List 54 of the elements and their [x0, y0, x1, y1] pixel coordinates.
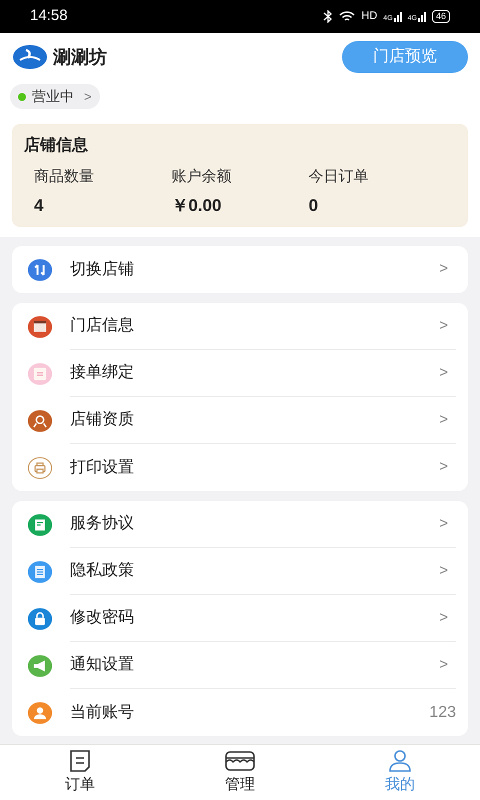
menu-item[interactable]: 服务协议 >: [24, 501, 456, 548]
signal-icon: [418, 12, 426, 22]
card-title: 店铺信息: [24, 135, 89, 156]
menu-item[interactable]: 隐私政策 >: [24, 548, 456, 595]
chevron-text: >: [84, 88, 92, 106]
menu-item[interactable]: 打印设置 >: [24, 444, 456, 491]
stat-value: ￥0.00: [171, 194, 222, 216]
network-label: HD: [361, 9, 378, 24]
stat-value: 0: [308, 194, 320, 216]
menu-label: 隐私政策: [70, 561, 134, 581]
menu-item[interactable]: 当前账号 123: [24, 689, 456, 736]
stat-label: 今日订单: [308, 167, 370, 187]
chevron-text: >: [439, 654, 448, 675]
store-icon: [223, 748, 257, 773]
stat-label: 账户余额: [171, 167, 232, 187]
menu-label: 接单绑定: [70, 362, 134, 383]
chevron-text: >: [439, 259, 448, 280]
chevron-text: >: [439, 514, 448, 534]
menu-label: 服务协议: [70, 514, 134, 534]
menu-item[interactable]: 修改密码 >: [24, 595, 456, 642]
menu-label: 切换店铺: [70, 260, 134, 280]
status-label: 营业中: [32, 87, 74, 106]
menu-item[interactable]: 店铺资质 >: [24, 397, 456, 444]
account-value: 123: [429, 702, 456, 722]
battery-level: 46: [432, 10, 450, 23]
menu-label: 店铺资质: [70, 410, 134, 430]
order-icon: [67, 748, 93, 773]
business-status-pill[interactable]: 营业中 >: [10, 84, 100, 109]
menu-label: 打印设置: [70, 458, 134, 478]
signal-icon: [394, 12, 402, 22]
chevron-text: >: [439, 362, 448, 383]
menu-label: 修改密码: [70, 608, 134, 628]
logo-icon: [12, 44, 48, 70]
menu-label: 当前账号: [70, 702, 134, 722]
chevron-text: >: [439, 316, 448, 336]
bluetooth-icon: [323, 10, 334, 23]
nav-tab[interactable]: 管理: [160, 745, 320, 800]
stat-label: 商品数量: [34, 167, 95, 187]
menu-item[interactable]: 切换店铺 >: [24, 246, 456, 293]
clock-time: 14:58: [30, 6, 68, 26]
menu-item[interactable]: 接单绑定 >: [24, 350, 456, 397]
menu-item[interactable]: 门店信息 >: [24, 303, 456, 350]
nav-tab[interactable]: 订单: [0, 745, 160, 800]
app-name: 涮涮坊: [53, 46, 107, 68]
menu-label: 门店信息: [70, 316, 134, 336]
chevron-text: >: [439, 410, 448, 430]
wifi-icon: [339, 10, 356, 22]
menu-item[interactable]: 通知设置 >: [24, 642, 456, 689]
chevron-text: >: [439, 457, 448, 478]
chevron-text: >: [439, 560, 448, 581]
stat-value: 4: [34, 194, 44, 216]
person-icon: [386, 748, 414, 773]
menu-label: 通知设置: [70, 654, 134, 675]
chevron-text: >: [439, 608, 448, 628]
